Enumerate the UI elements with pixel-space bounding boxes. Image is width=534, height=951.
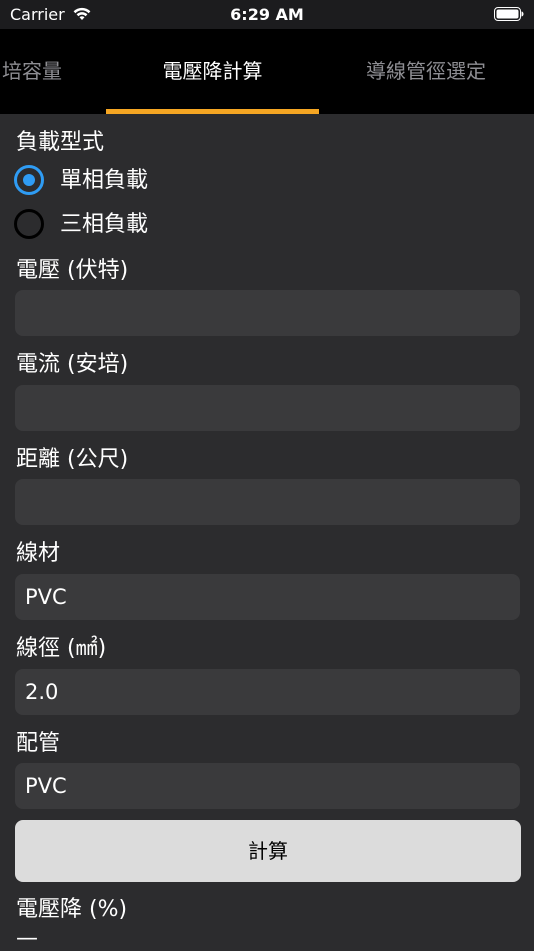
tab-indicator: [106, 109, 319, 114]
result-value: —: [16, 926, 38, 951]
battery-icon: [494, 7, 524, 21]
wire-size-label: 線徑 (㎟): [16, 636, 107, 661]
wire-material-label: 線材: [16, 541, 61, 566]
tab-bar: 培容量 電壓降計算 導線管徑選定: [0, 29, 534, 114]
load-type-label: 負載型式: [16, 130, 105, 155]
current-input[interactable]: [15, 385, 520, 431]
wire-material-field[interactable]: PVC: [15, 574, 520, 620]
radio-selected-icon[interactable]: [14, 165, 44, 195]
conduit-label: 配管: [16, 731, 61, 756]
wire-size-field[interactable]: 2.0: [15, 669, 520, 715]
voltage-input[interactable]: [15, 290, 520, 336]
tab-conduit-size[interactable]: 導線管徑選定: [340, 29, 512, 114]
tab-capacity[interactable]: 培容量: [0, 29, 72, 114]
tab-voltage-drop[interactable]: 電壓降計算: [106, 29, 319, 114]
calculate-button[interactable]: 計算: [15, 820, 521, 882]
distance-label: 距離 (公尺): [16, 447, 129, 472]
radio-single-phase-label: 單相負載: [60, 168, 149, 193]
radio-three-phase-label: 三相負載: [60, 212, 149, 237]
voltage-label: 電壓 (伏特): [16, 258, 129, 283]
status-bar: Carrier 6:29 AM: [0, 0, 534, 29]
distance-input[interactable]: [15, 479, 520, 525]
status-time: 6:29 AM: [230, 5, 304, 24]
result-label: 電壓降 (%): [16, 897, 128, 922]
radio-unselected-icon[interactable]: [14, 209, 44, 239]
conduit-field[interactable]: PVC: [15, 763, 520, 809]
current-label: 電流 (安培): [16, 352, 129, 377]
